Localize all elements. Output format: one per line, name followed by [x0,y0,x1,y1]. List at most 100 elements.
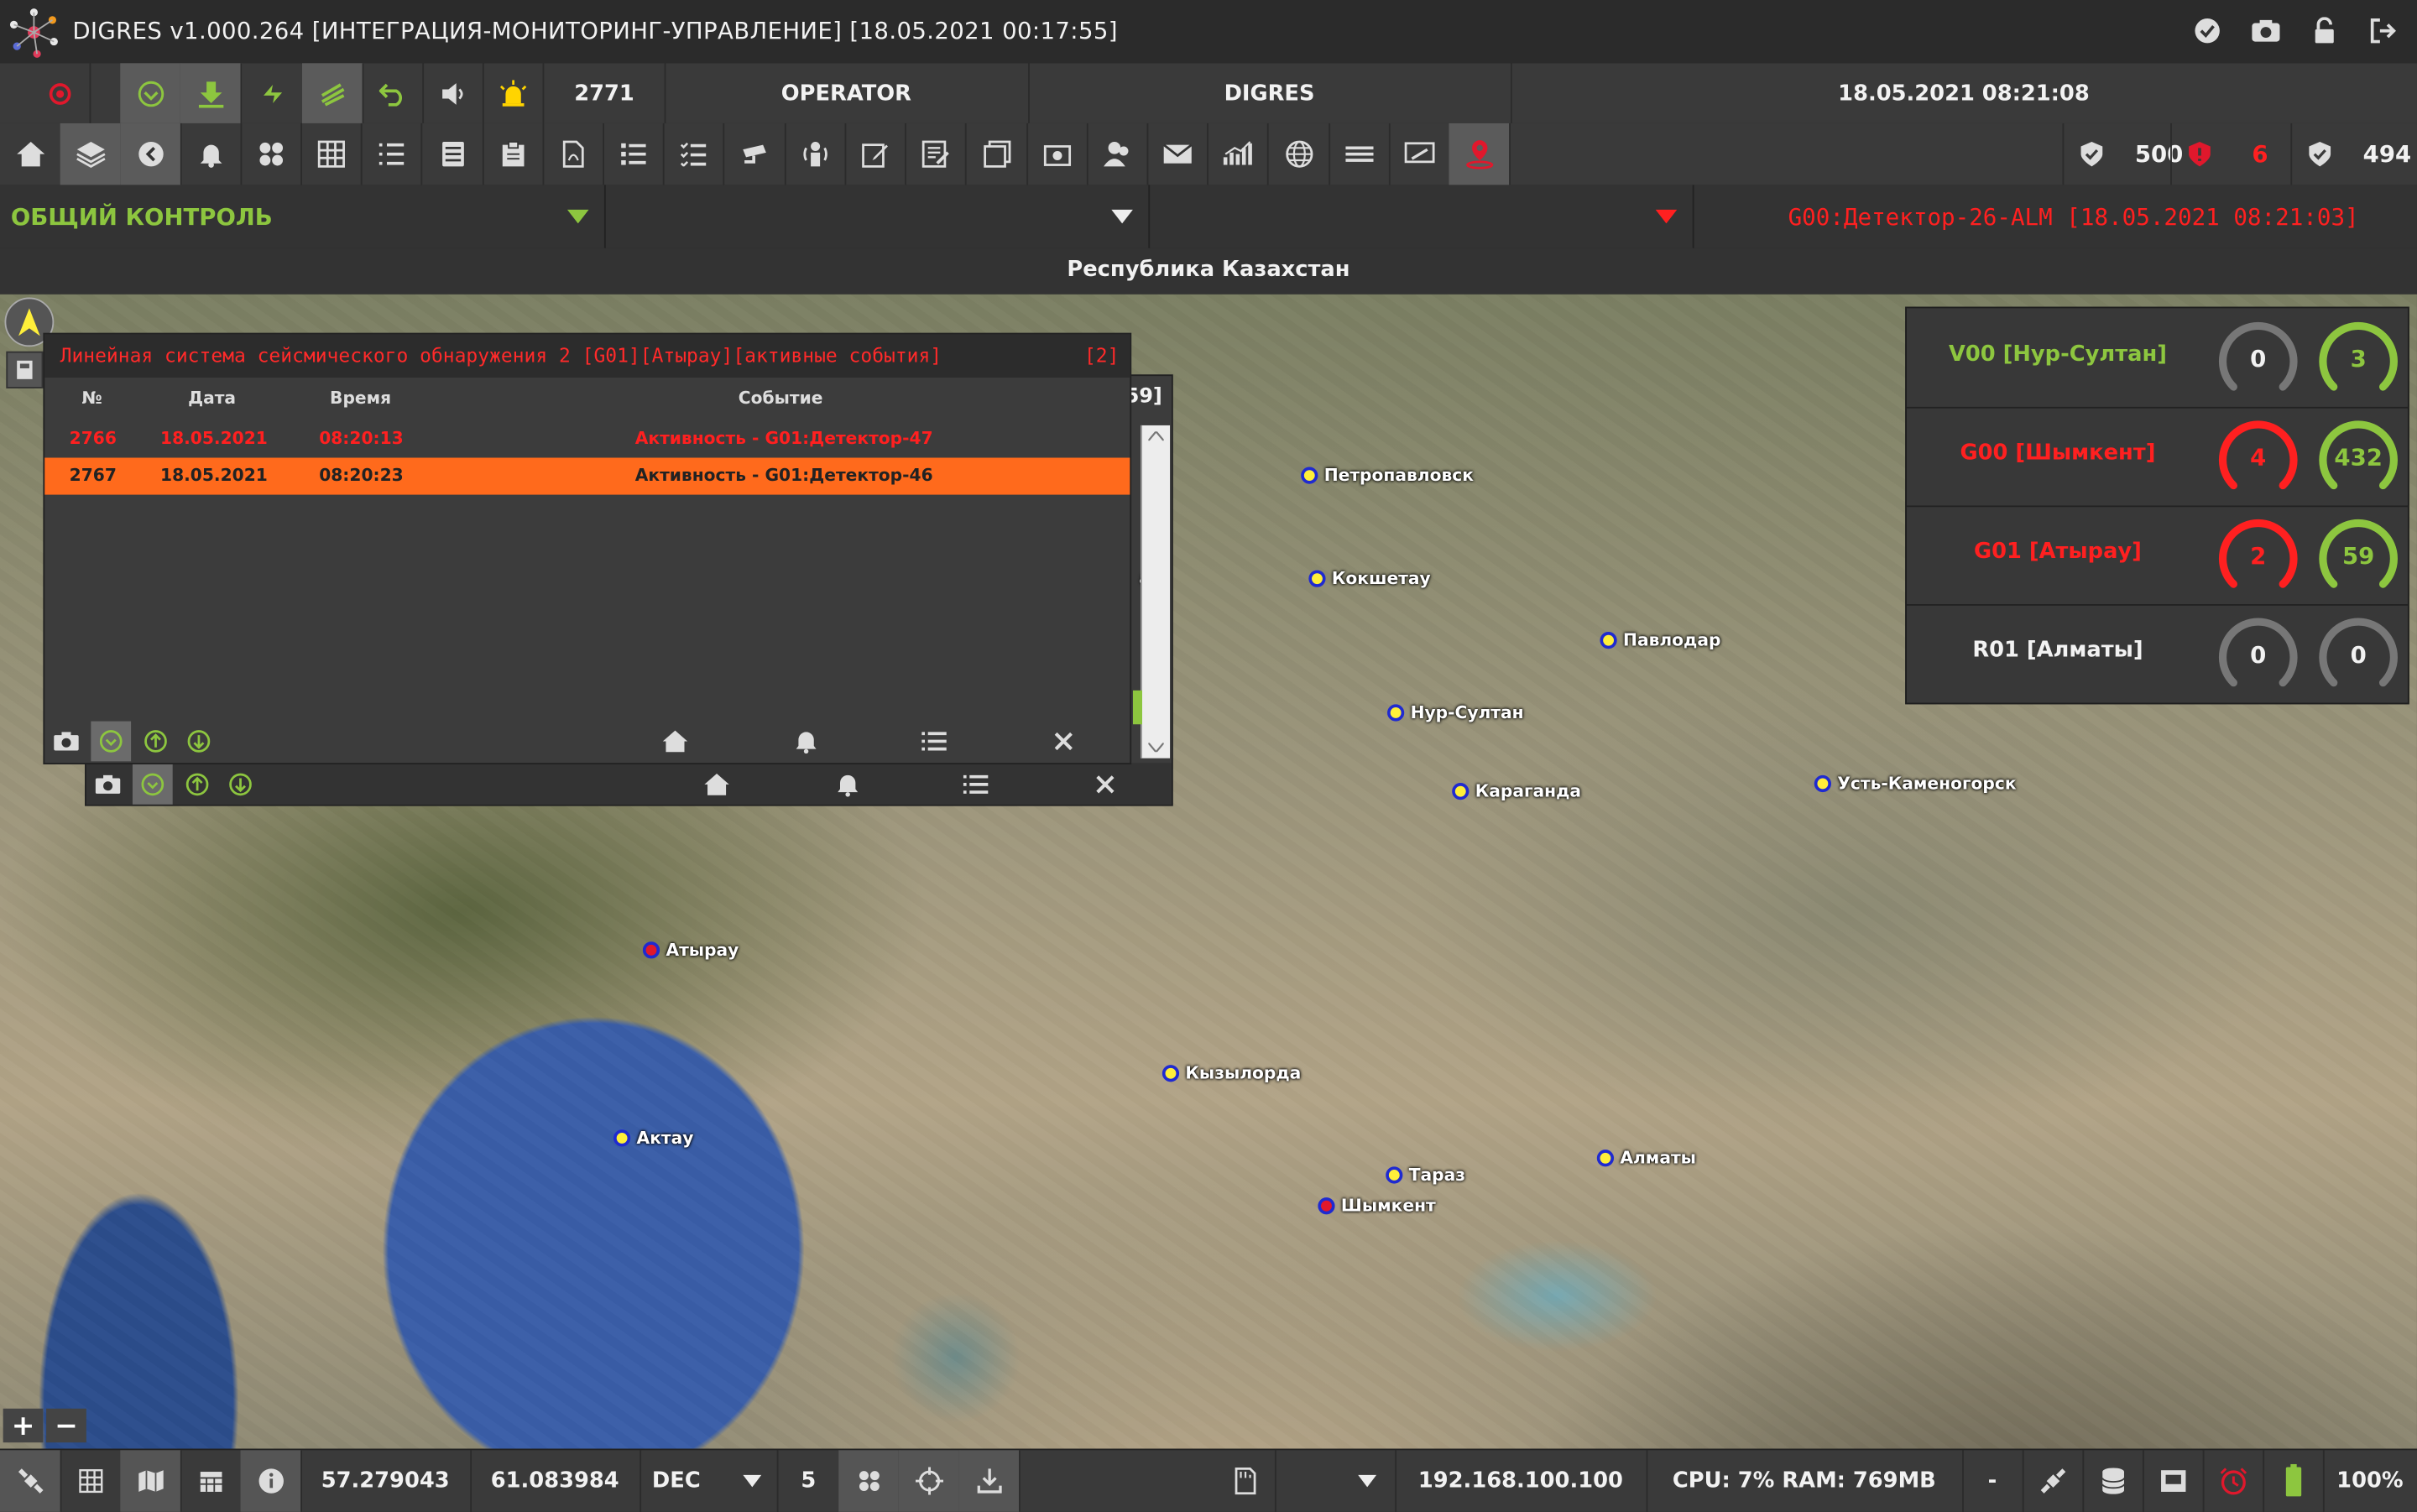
city-marker-alarm[interactable]: Атырау [642,940,739,960]
home-icon[interactable] [702,769,733,800]
grid-icon[interactable] [300,123,363,185]
screenshot-icon[interactable] [51,726,82,757]
scrollbar[interactable] [1132,425,1171,759]
region-row[interactable]: G00 [Шымкент] 4 432 [1906,407,2408,508]
download-icon[interactable] [180,63,243,123]
scroll-down-icon[interactable] [1148,743,1164,753]
city-marker[interactable]: Алматы [1596,1148,1696,1168]
acknowledge-icon[interactable] [120,63,182,123]
zoom-out-button[interactable]: − [46,1408,86,1443]
move-down-icon[interactable] [184,726,215,757]
city-marker[interactable]: Караганда [1452,781,1581,801]
database-icon[interactable] [2082,1450,2144,1512]
bullet-list-icon[interactable] [603,123,665,185]
mode-dropdown-icon[interactable] [566,209,589,224]
satellite-link-icon[interactable] [2023,1450,2085,1512]
edit-icon[interactable] [845,123,906,185]
object-select[interactable] [606,185,1149,248]
documents-icon[interactable] [967,123,1029,185]
cluster-icon[interactable] [838,1450,901,1512]
confirm-check-icon[interactable] [2192,15,2223,46]
camera-icon[interactable] [2251,15,2282,46]
alarm-indicator-icon[interactable] [29,63,91,123]
table-row-selected[interactable]: 2767 18.05.2021 08:20:23 Активность - G0… [44,457,1130,495]
city-marker[interactable]: Нур-Султан [1387,703,1524,722]
device-select[interactable] [1275,1450,1397,1512]
clipboard-icon[interactable] [483,123,545,185]
photo-icon[interactable] [1026,123,1088,185]
globe-icon[interactable] [1269,123,1331,185]
bell-icon[interactable] [180,123,243,185]
move-down-icon[interactable] [225,769,256,800]
region-row[interactable]: G01 [Атырау] 2 59 [1906,505,2408,606]
list-icon[interactable] [361,123,423,185]
city-marker[interactable]: Кокшетау [1308,569,1431,589]
city-marker-alarm[interactable]: Шымкент [1318,1196,1436,1216]
anchor-download-icon[interactable] [958,1450,1021,1512]
alarm-clock-icon[interactable] [2203,1450,2265,1512]
zoom-in-button[interactable]: + [3,1408,44,1443]
city-marker[interactable]: Усть-Каменогорск [1814,774,2017,794]
ack-icon[interactable] [91,721,132,762]
screenshot-icon[interactable] [92,769,123,800]
calendar-icon[interactable] [180,1450,243,1512]
signal-wave-icon[interactable] [301,63,364,123]
region-row[interactable]: R01 [Алматы] 0 0 [1907,604,2408,703]
undo-icon[interactable] [363,63,425,123]
region-row[interactable]: V00 [Нур-Султан] 0 3 [1906,308,2408,409]
bell-icon[interactable] [833,769,864,800]
users-icon[interactable] [1087,123,1149,185]
logout-icon[interactable] [2367,15,2399,46]
chart-icon[interactable] [1207,123,1269,185]
event-panel[interactable]: Линейная система сейсмического обнаружен… [43,332,1132,765]
city-marker[interactable]: Кызылорда [1162,1063,1301,1083]
move-up-icon[interactable] [182,769,213,800]
table-row[interactable]: 2766 18.05.2021 08:20:13 Активность - G0… [44,420,1130,457]
map-pin-icon[interactable] [1449,123,1511,185]
scroll-up-icon[interactable] [1148,431,1164,441]
alarm-message[interactable]: G00:Детектор-26-ALM [18.05.2021 08:21:03… [1788,203,2359,231]
map-icon[interactable] [120,1450,182,1512]
crosshair-icon[interactable] [898,1450,961,1512]
city-marker[interactable]: Павлодар [1600,630,1720,650]
coord-format-select[interactable]: DEC [639,1450,779,1512]
pdf-icon[interactable] [543,123,604,185]
satellite-icon[interactable] [0,1450,62,1512]
home-icon[interactable] [0,123,62,185]
close-icon[interactable] [1048,726,1079,757]
layers-icon[interactable] [60,123,123,185]
person-signal-icon[interactable] [785,123,847,185]
bell-icon[interactable] [791,726,822,757]
city-marker[interactable]: Актау [613,1128,693,1148]
close-icon[interactable] [1090,769,1121,800]
alarm-dropdown-icon[interactable] [1655,209,1678,224]
cctv-camera-icon[interactable] [724,123,786,185]
sd-card-icon[interactable] [1214,1450,1276,1512]
info-icon[interactable] [240,1450,302,1512]
ack-icon[interactable] [132,764,173,805]
city-marker[interactable]: Тараз [1386,1165,1465,1185]
cast-screen-icon[interactable] [1389,123,1451,185]
grid-icon[interactable] [60,1450,123,1512]
back-circle-icon[interactable] [120,123,182,185]
list-icon[interactable] [960,769,991,800]
mail-icon[interactable] [1147,123,1208,185]
lines-icon[interactable] [1329,123,1391,185]
alarm-select[interactable] [1150,185,1693,248]
siren-icon[interactable] [483,63,545,123]
cluster-icon[interactable] [241,123,302,185]
server-icon[interactable] [422,123,484,185]
toolbar-separator [1509,123,1511,185]
lock-icon[interactable] [2309,15,2340,46]
report-edit-icon[interactable] [905,123,967,185]
list-icon[interactable] [919,726,950,757]
home-icon[interactable] [660,726,691,757]
hardware-icon[interactable] [2143,1450,2205,1512]
speaker-icon[interactable] [422,63,484,123]
move-up-icon[interactable] [140,726,171,757]
map-layer-icon[interactable] [6,351,44,388]
city-marker[interactable]: Петропавловск [1301,466,1474,486]
power-flash-icon[interactable] [242,63,304,123]
checklist-icon[interactable] [663,123,725,185]
object-dropdown-icon[interactable] [1111,209,1133,224]
